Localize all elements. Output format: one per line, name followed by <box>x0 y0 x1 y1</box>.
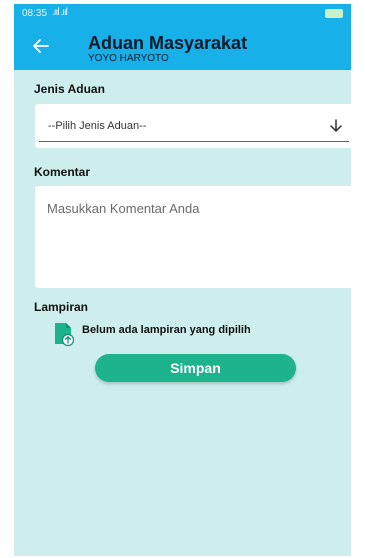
arrow-left-icon <box>33 39 49 53</box>
app-bar: 08:35 .ııl .ııl Aduan Masyarakat YOYO HA… <box>14 4 351 70</box>
page-subtitle: YOYO HARYOTO <box>88 53 169 64</box>
status-time: 08:35 <box>22 8 48 19</box>
save-button[interactable]: Simpan <box>95 354 296 382</box>
lampiran-label: Lampiran <box>34 300 89 314</box>
arrow-down-icon <box>330 119 342 132</box>
komentar-input[interactable] <box>35 186 351 288</box>
signal-icon: .ııl .ııl <box>52 7 68 18</box>
phone-screen: 08:35 .ııl .ııl Aduan Masyarakat YOYO HA… <box>14 4 351 556</box>
battery-icon <box>322 8 343 19</box>
jenis-aduan-selected-value: --Pilih Jenis Aduan-- <box>48 120 147 132</box>
jenis-aduan-select[interactable]: --Pilih Jenis Aduan-- <box>35 104 351 148</box>
status-bar: 08:35 .ııl .ııl <box>14 4 351 22</box>
file-upload-icon[interactable] <box>53 322 75 346</box>
back-button[interactable] <box>32 37 50 55</box>
page-title: Aduan Masyarakat <box>88 33 248 53</box>
battery-level-icon <box>325 8 343 18</box>
jenis-aduan-label: Jenis Aduan <box>34 82 105 96</box>
komentar-label: Komentar <box>34 165 91 179</box>
select-underline <box>39 140 349 142</box>
lampiran-status-text: Belum ada lampiran yang dipilih <box>82 324 251 336</box>
